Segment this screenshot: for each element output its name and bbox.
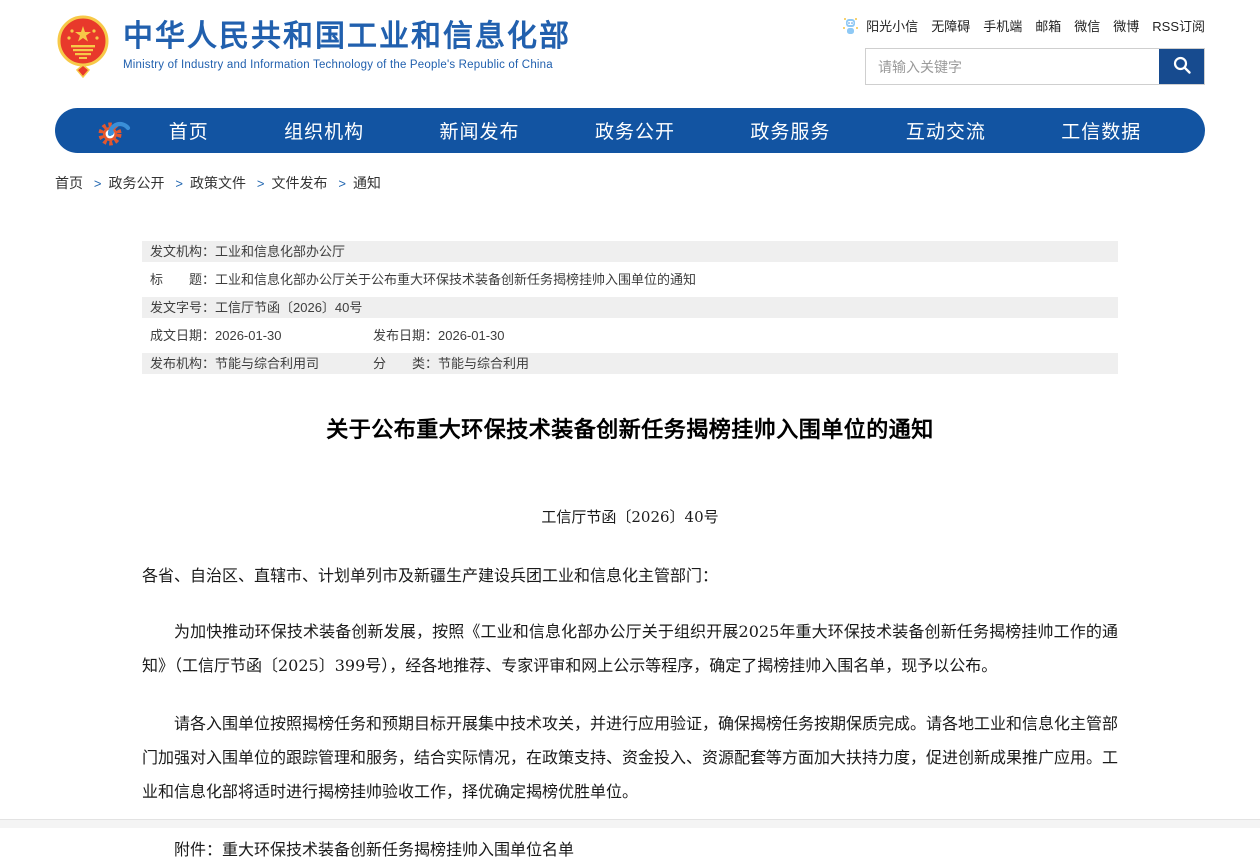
attachment-link[interactable]: 重大环保技术装备创新任务揭榜挂帅入围单位名单 [222,840,574,859]
meta-label: 发文机构： [150,244,216,259]
breadcrumb-item[interactable]: 文件发布 [271,175,327,191]
search-button[interactable] [1159,49,1204,84]
breadcrumb-item[interactable]: 首页 [55,175,83,191]
nav-item[interactable]: 组织机构 [284,117,364,144]
meta-cell-primary: 发文机构：工业和信息化部办公厅 [150,241,373,262]
breadcrumb-item[interactable]: 通知 [353,175,381,191]
meta-value-2: 2026-01-30 [438,328,505,343]
search-box [865,48,1205,85]
breadcrumb-separator: > [256,176,265,191]
meta-cell-primary: 成文日期：2026-01-30 [150,325,373,346]
top-link[interactable]: 阳光小信 [866,16,918,35]
national-emblem-icon [55,14,111,79]
meta-value: 工业和信息化部办公厅 [215,244,346,259]
top-link[interactable]: 邮箱 [1035,16,1061,35]
nav-item[interactable]: 首页 [169,117,209,144]
nav-items: 首页 组织机构 新闻发布 政务公开 政务服务 互动交流 工信数据 [131,117,1179,144]
breadcrumb-separator: > [175,176,183,191]
breadcrumb-separator: > [93,176,102,191]
breadcrumb-item[interactable]: 政策文件 [190,175,246,191]
header-right: 阳光小信 无障碍 手机端 邮箱 微信 微博 RSS订阅 [843,14,1205,104]
site-header: 中华人民共和国工业和信息化部 Ministry of Industry and … [0,0,1260,104]
meta-value: 工业和信息化部办公厅关于公布重大环保技术装备创新任务揭榜挂帅入围单位的通知 [215,272,697,287]
search-icon [1171,54,1193,79]
body-paragraph: 为加快推动环保技术装备创新发展，按照《工业和信息化部办公厅关于组织开展2025年… [142,622,1118,675]
meta-cell-secondary: 分 类：节能与综合利用 [373,353,529,374]
site-subtitle: Ministry of Industry and Information Tec… [123,59,553,71]
breadcrumb-item[interactable]: 政务公开 [108,175,164,191]
meta-row: 标 题：工业和信息化部办公厅关于公布重大环保技术装备创新任务揭榜挂帅入围单位的通… [142,269,1118,290]
meta-value: 工信厅节函〔2026〕40号 [215,300,363,315]
body-paragraph: 请各入围单位按照揭榜任务和预期目标开展集中技术攻关，并进行应用验证，确保揭榜任务… [142,714,1119,801]
breadcrumb-separator: > [338,176,346,191]
breadcrumb: 首页 > 政务公开 > 政策文件 > 文件发布 > 通知 > [55,173,1205,193]
nav-item[interactable]: 工信数据 [1061,117,1141,144]
top-links-list: 阳光小信 无障碍 手机端 邮箱 微信 微博 RSS订阅 [866,16,1205,35]
nav-item[interactable]: 政务公开 [595,117,675,144]
paragraphs: 为加快推动环保技术装备创新发展，按照《工业和信息化部办公厅关于组织开展2025年… [142,615,1118,809]
top-link[interactable]: RSS订阅 [1152,16,1205,35]
salutation: 各省、自治区、直辖市、计划单列市及新疆生产建设兵团工业和信息化主管部门： [142,566,719,585]
meta-value: 节能与综合利用司 [215,356,320,371]
meta-row: 成文日期：2026-01-30 发布日期：2026-01-30 [142,325,1118,346]
breadcrumb-item-wrap: 通知 > [353,173,381,193]
mascot-icon[interactable] [842,16,859,35]
meta-cell-primary: 发布机构：节能与综合利用司 [150,353,373,374]
main-nav: 首页 组织机构 新闻发布 政务公开 政务服务 互动交流 工信数据 [55,108,1205,153]
meta-label-2: 发布日期： [373,328,439,343]
document-area: 发文机构：工业和信息化部办公厅 标 题：工业和信息化部办公厅关于公布重大环保技术… [142,241,1118,865]
breadcrumb-item-wrap: 文件发布 > [271,173,352,193]
meta-label: 发布机构： [150,356,216,371]
meta-cell-secondary: 发布日期：2026-01-30 [373,325,505,346]
footer-strip [0,819,1260,828]
meta-label-2: 分 类： [373,356,439,371]
site-title-block: 中华人民共和国工业和信息化部 Ministry of Industry and … [123,20,571,71]
meta-row: 发文机构：工业和信息化部办公厅 [142,241,1118,262]
meta-label: 成文日期： [150,328,216,343]
top-link[interactable]: 手机端 [983,16,1022,35]
meta-value: 2026-01-30 [215,328,282,343]
top-link[interactable]: 无障碍 [931,16,970,35]
breadcrumb-item-wrap: 政务公开 > [108,173,189,193]
attachment-label: 附件： [174,840,223,859]
miit-gear-logo-icon[interactable] [95,113,131,149]
site-brand[interactable]: 中华人民共和国工业和信息化部 Ministry of Industry and … [55,14,571,104]
document-number: 工信厅节函〔2026〕40号 [541,508,719,526]
document-title: 关于公布重大环保技术装备创新任务揭榜挂帅入围单位的通知 [326,417,934,442]
meta-row: 发文字号：工信厅节函〔2026〕40号 [142,297,1118,318]
breadcrumb-item-wrap: 政策文件 > [190,173,271,193]
nav-item[interactable]: 互动交流 [906,117,986,144]
nav-item[interactable]: 政务服务 [750,117,830,144]
meta-label: 标 题： [150,272,216,287]
document-meta-table: 发文机构：工业和信息化部办公厅 标 题：工业和信息化部办公厅关于公布重大环保技术… [142,241,1118,374]
site-title: 中华人民共和国工业和信息化部 [123,20,571,53]
top-links: 阳光小信 无障碍 手机端 邮箱 微信 微博 RSS订阅 [843,14,1205,36]
meta-cell-primary: 发文字号：工信厅节函〔2026〕40号 [150,297,374,318]
breadcrumb-item-wrap: 首页 > [55,173,108,193]
attachment-line: 附件：重大环保技术装备创新任务揭榜挂帅入围单位名单 [142,835,1118,865]
top-link[interactable]: 微信 [1074,16,1100,35]
meta-value-2: 节能与综合利用 [438,356,530,371]
top-link[interactable]: 微博 [1113,16,1139,35]
nav-item[interactable]: 新闻发布 [440,117,520,144]
meta-label: 发文字号： [150,300,216,315]
meta-cell-primary: 标 题：工业和信息化部办公厅关于公布重大环保技术装备创新任务揭榜挂帅入围单位的通… [150,269,708,290]
meta-row: 发布机构：节能与综合利用司 分 类：节能与综合利用 [142,353,1118,374]
search-input[interactable] [866,49,1159,84]
